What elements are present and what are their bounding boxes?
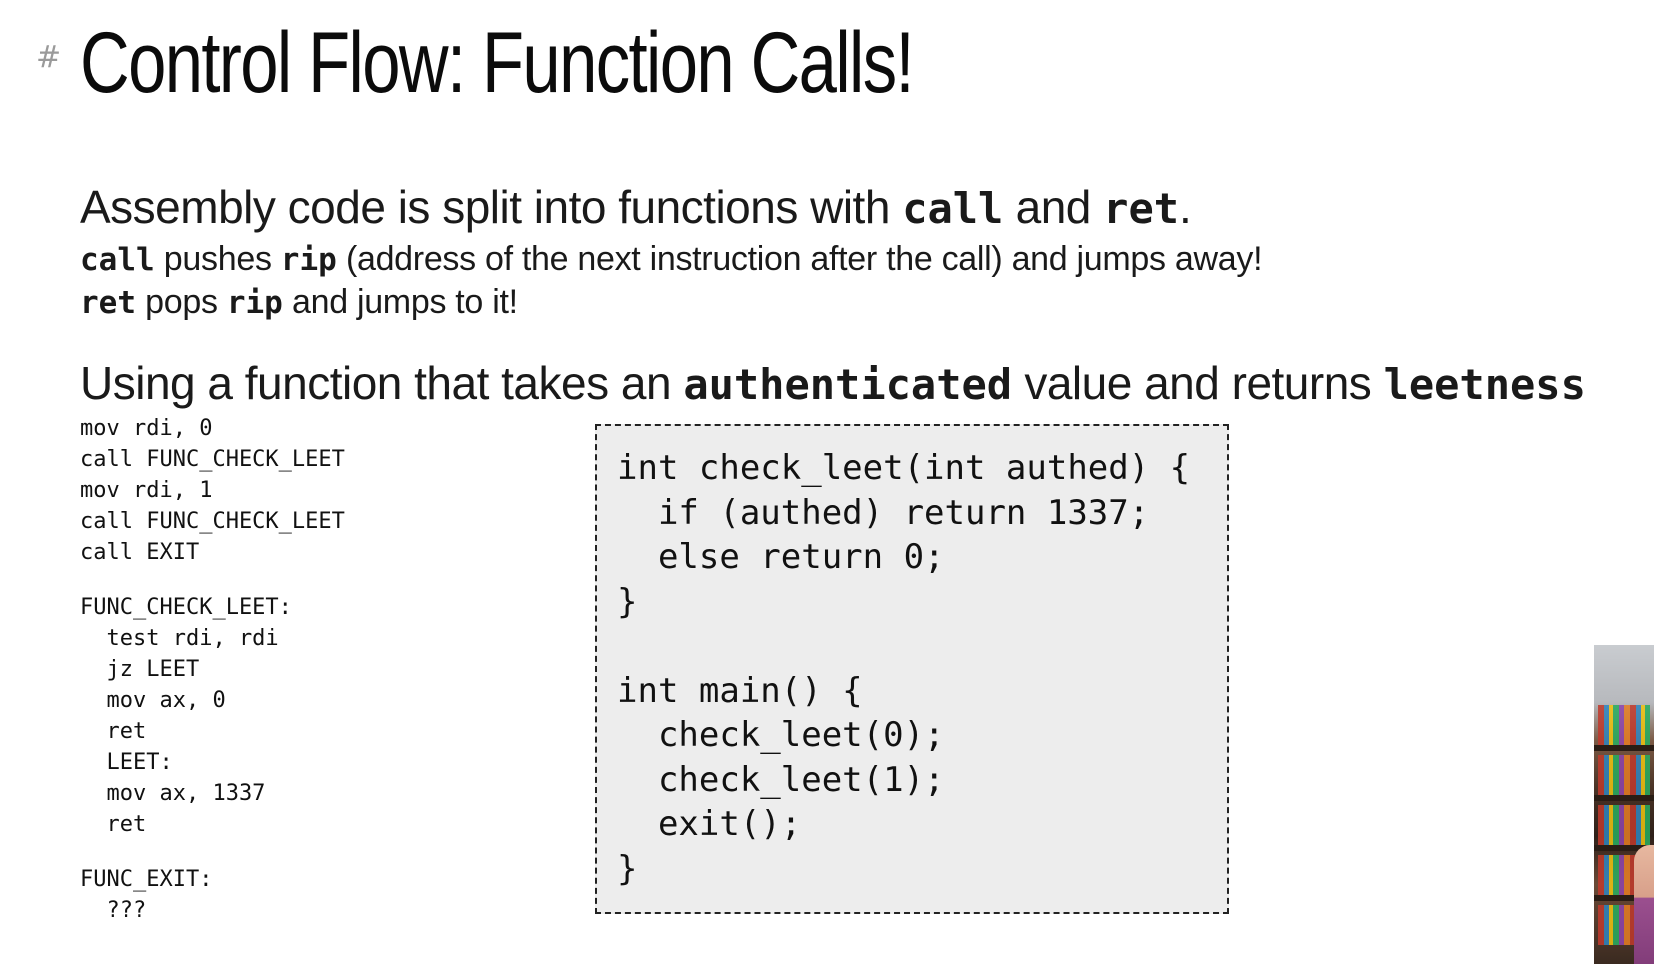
asm-line: FUNC_EXIT: bbox=[80, 867, 213, 892]
asm-line: mov ax, 0 bbox=[80, 688, 226, 713]
c-code-line: check_leet(1); bbox=[617, 759, 945, 800]
c-code-box: int check_leet(int authed) { if (authed)… bbox=[595, 424, 1229, 914]
bookshelf-books bbox=[1598, 755, 1650, 795]
slide-title: Control Flow: Function Calls! bbox=[80, 15, 915, 111]
text: Using a function that takes an bbox=[80, 357, 684, 409]
asm-line: ??? bbox=[80, 898, 147, 923]
heading-anchor-hash[interactable]: # bbox=[36, 40, 61, 75]
inline-code-ret: ret bbox=[1103, 184, 1180, 233]
inline-code-ret: ret bbox=[80, 285, 136, 321]
c-code-line bbox=[617, 624, 1227, 669]
text: value and returns bbox=[1012, 357, 1384, 409]
asm-blank-gap bbox=[80, 568, 345, 592]
c-code-line: check_leet(0); bbox=[617, 715, 945, 755]
inline-code-rip: rip bbox=[280, 242, 337, 278]
inline-code-authenticated: authenticated bbox=[683, 360, 1013, 409]
asm-line: FUNC_CHECK_LEET: bbox=[80, 595, 292, 620]
c-code-line: } bbox=[617, 848, 638, 889]
text: and jumps to it! bbox=[282, 283, 518, 321]
c-code-line: exit(); bbox=[617, 804, 802, 844]
bookshelf-books bbox=[1598, 705, 1650, 745]
text: (address of the next instruction after t… bbox=[336, 240, 1263, 278]
bookshelf-shelf bbox=[1594, 745, 1654, 751]
c-code-line: int main() { bbox=[617, 670, 863, 711]
asm-line: mov ax, 1337 bbox=[80, 781, 266, 806]
c-code-line: } bbox=[617, 581, 638, 622]
asm-line: call FUNC_CHECK_LEET bbox=[80, 447, 345, 472]
inline-code-call: call bbox=[902, 184, 1004, 233]
bookshelf-books bbox=[1598, 805, 1650, 845]
inline-code-rip: rip bbox=[226, 285, 283, 321]
c-code-line: int check_leet(int authed) { bbox=[617, 448, 1191, 488]
inline-code-leetness: leetness bbox=[1383, 360, 1586, 409]
bullet-call-pushes-rip: call pushes rip (address of the next ins… bbox=[80, 240, 1263, 279]
text: pops bbox=[136, 283, 227, 321]
text: Assembly code is split into functions wi… bbox=[80, 181, 903, 233]
asm-line: call FUNC_CHECK_LEET bbox=[80, 509, 345, 534]
bullet-functions-call-ret: Assembly code is split into functions wi… bbox=[80, 180, 1192, 234]
asm-line: LEET: bbox=[80, 750, 173, 775]
inline-code-call: call bbox=[80, 242, 155, 278]
text: . bbox=[1179, 181, 1192, 233]
bullet-ret-pops-rip: ret pops rip and jumps to it! bbox=[80, 283, 518, 322]
c-code-line: if (authed) return 1337; bbox=[617, 492, 1150, 533]
asm-line: mov rdi, 0 bbox=[80, 416, 213, 441]
bullet-using-function: Using a function that takes an authentic… bbox=[80, 356, 1586, 410]
slide: # Control Flow: Function Calls! Assembly… bbox=[0, 0, 1654, 964]
webcam-overlay bbox=[1594, 645, 1654, 964]
bookshelf-shelf bbox=[1594, 795, 1654, 801]
asm-line: ret bbox=[80, 719, 147, 744]
text: pushes bbox=[154, 240, 281, 278]
assembly-code-listing: mov rdi, 0 call FUNC_CHECK_LEET mov rdi,… bbox=[80, 413, 345, 926]
asm-line: ret bbox=[80, 812, 147, 837]
asm-line: jz LEET bbox=[80, 657, 200, 682]
asm-line: call EXIT bbox=[80, 540, 200, 565]
c-code-line: else return 0; bbox=[617, 537, 945, 577]
presenter-figure bbox=[1634, 845, 1654, 964]
asm-line: mov rdi, 1 bbox=[80, 478, 213, 503]
asm-blank-gap bbox=[80, 840, 345, 864]
text: and bbox=[1003, 181, 1104, 233]
asm-line: test rdi, rdi bbox=[80, 626, 279, 651]
